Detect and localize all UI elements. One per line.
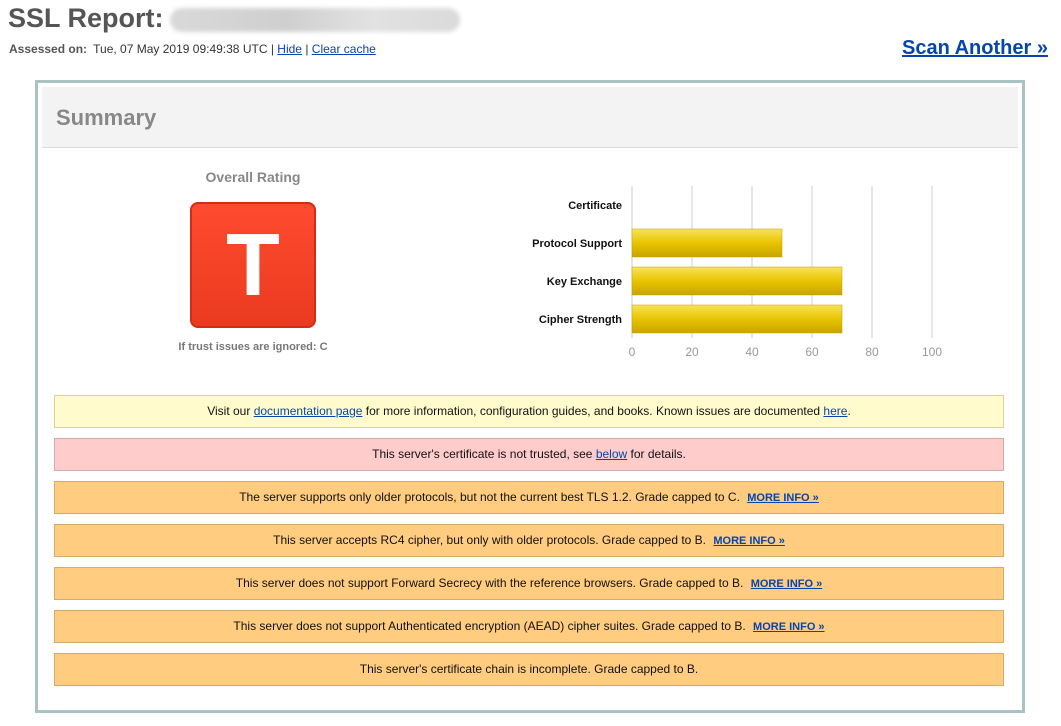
rating-chart-svg: 0 20 40 60 80 100 Certificate Protocol Support K… <box>532 186 942 359</box>
category-label: Protocol Support <box>532 238 622 250</box>
report-title-text: SSL Report: <box>8 3 164 33</box>
notice-forward-secrecy: This server does not support Forward Sec… <box>54 567 1004 600</box>
notice-documentation: Visit our documentation page for more in… <box>54 395 1004 428</box>
overall-rating-label: Overall Rating <box>205 169 301 185</box>
grade-badge: T <box>190 202 316 328</box>
x-tick-label: 80 <box>865 345 879 359</box>
x-tick-label: 20 <box>685 345 699 359</box>
documentation-link[interactable]: documentation page <box>254 404 363 418</box>
report-title: SSL Report: <box>8 3 460 34</box>
notice-text: This server does not support Forward Sec… <box>235 576 744 590</box>
known-issues-link[interactable]: here <box>823 404 847 418</box>
clear-cache-link[interactable]: Clear cache <box>312 42 376 56</box>
notice-text: This server's certificate chain is incom… <box>359 662 699 676</box>
x-tick-label: 100 <box>922 345 942 359</box>
notice-cert-not-trusted: This server's certificate is not trusted… <box>54 438 1004 471</box>
hide-link[interactable]: Hide <box>277 42 302 56</box>
bar-protocol-support <box>631 228 783 258</box>
summary-panel: Summary Overall Rating T If trust issues… <box>35 80 1025 713</box>
x-tick-label: 40 <box>745 345 759 359</box>
notice-text: The server supports only older protocols… <box>239 490 740 504</box>
scan-another-link[interactable]: Scan Another » <box>902 37 1048 60</box>
notice-text: This server accepts RC4 cipher, but only… <box>273 533 707 547</box>
bar-key-exchange <box>631 266 843 296</box>
more-info-link[interactable]: MORE INFO » <box>753 621 825 633</box>
assessed-line: Assessed on: Tue, 07 May 2019 09:49:38 U… <box>9 42 376 56</box>
rating-chart: 0 20 40 60 80 100 Certificate Protocol Support K… <box>468 183 942 383</box>
bar-cipher-strength <box>631 304 843 334</box>
category-label: Certificate <box>568 200 622 212</box>
redacted-hostname <box>169 7 460 32</box>
assessed-label: Assessed on: <box>9 42 88 56</box>
summary-title: Summary <box>56 105 157 130</box>
notice-rc4: This server accepts RC4 cipher, but only… <box>54 524 1004 557</box>
notice-text: This server does not support Authenticat… <box>233 619 746 633</box>
x-tick-label: 60 <box>805 345 819 359</box>
more-info-link[interactable]: MORE INFO » <box>713 535 785 547</box>
below-link[interactable]: below <box>596 447 627 461</box>
assessed-date: Tue, 07 May 2019 09:49:38 UTC <box>93 42 268 56</box>
trust-note: If trust issues are ignored: C <box>178 341 328 353</box>
x-tick-label: 0 <box>629 345 636 359</box>
more-info-link[interactable]: MORE INFO » <box>751 578 823 590</box>
separator: | <box>305 42 309 56</box>
notice-text: Visit our <box>207 404 251 418</box>
notice-chain-incomplete: This server's certificate chain is incom… <box>54 653 1004 686</box>
notice-text: for details. <box>630 447 686 461</box>
category-label: Cipher Strength <box>539 314 622 326</box>
notice-older-protocols: The server supports only older protocols… <box>54 481 1004 514</box>
category-label: Key Exchange <box>547 276 622 288</box>
summary-header: Summary <box>42 87 1018 148</box>
notice-aead: This server does not support Authenticat… <box>54 610 1004 643</box>
notice-text: for more information, configuration guid… <box>365 404 821 418</box>
notice-text: . <box>847 404 851 418</box>
notice-text: This server's certificate is not trusted… <box>372 447 593 461</box>
separator: | <box>270 42 274 56</box>
more-info-link[interactable]: MORE INFO » <box>747 492 819 504</box>
